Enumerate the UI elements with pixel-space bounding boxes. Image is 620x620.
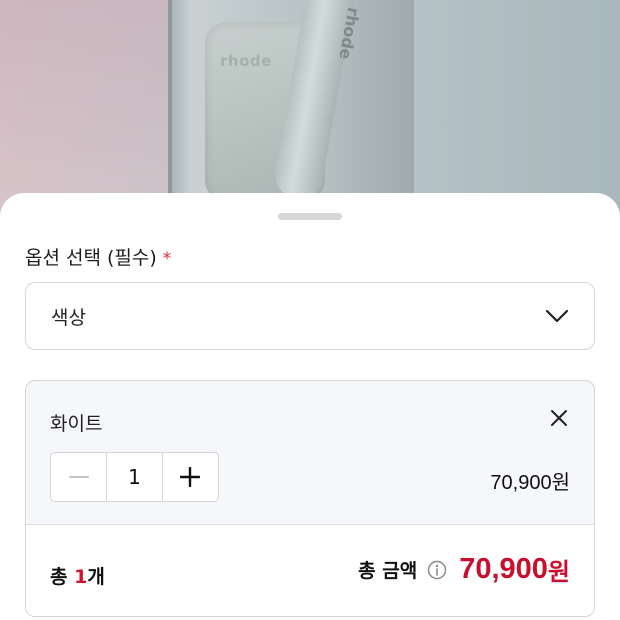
option-section-title: 옵션 선택 (필수) *	[25, 243, 171, 270]
total-amount-unit: 원	[547, 558, 570, 586]
info-icon[interactable]	[427, 560, 447, 580]
total-count-suffix: 개	[87, 566, 105, 588]
decrease-quantity-button[interactable]	[51, 453, 106, 501]
option-section-label: 옵션 선택 (필수)	[25, 247, 157, 269]
increase-quantity-button[interactable]	[163, 453, 218, 501]
required-mark: *	[162, 249, 172, 269]
color-select-dropdown[interactable]: 색상	[25, 282, 595, 350]
color-select-value: 색상	[51, 306, 86, 329]
quantity-value[interactable]: 1	[106, 453, 163, 501]
total-amount-label: 총 금액	[358, 560, 418, 582]
plus-icon	[180, 467, 201, 487]
case-logo: rhode	[220, 52, 272, 70]
total-summary: 총 1개 총 금액 70,900 원	[26, 524, 594, 616]
selected-option-name: 화이트	[50, 413, 103, 435]
quantity-stepper: 1	[50, 452, 219, 502]
total-amount-group: 총 금액 70,900 원	[358, 552, 570, 587]
sheet-drag-handle[interactable]	[278, 213, 342, 220]
selected-option-card: 화이트 1 70,900원 총 1개 총 금액 70,900 원	[25, 380, 595, 617]
chevron-down-icon	[545, 309, 569, 323]
option-bottom-sheet: 옵션 선택 (필수) * 색상 화이트 1 70,900원 총 1개 총 금액 …	[0, 193, 620, 620]
close-icon[interactable]	[550, 409, 568, 427]
total-count-prefix: 총	[50, 566, 75, 588]
minus-icon	[68, 476, 89, 478]
total-count: 총 1개	[50, 562, 105, 589]
total-amount-value: 70,900	[459, 553, 548, 585]
total-count-number: 1	[74, 566, 88, 588]
option-price: 70,900원	[490, 472, 570, 494]
